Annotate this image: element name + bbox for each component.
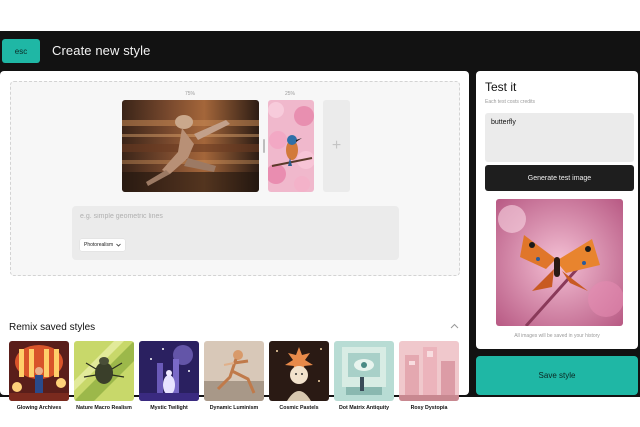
saved-style-label: Nature Macro Realism [76, 405, 132, 411]
saved-style-card[interactable]: Glowing Archives [9, 341, 69, 411]
saved-style-label: Glowing Archives [16, 405, 62, 411]
reference-image-bird[interactable] [268, 100, 314, 192]
weight-label-first: 75% [185, 91, 196, 97]
saved-style-card[interactable]: Dynamic Luminism [204, 341, 264, 411]
saved-style-label: Rosy Dystopia [410, 405, 448, 411]
plus-icon: + [331, 137, 342, 154]
prompt-area: Photorealism [72, 206, 399, 260]
test-panel: Test it Each test costs credits butterfl… [476, 71, 638, 349]
remix-section-title: Remix saved styles [9, 322, 96, 333]
saved-style-label: Mystic Twilight [150, 405, 188, 411]
test-prompt-input[interactable]: butterfly [485, 113, 634, 162]
saved-style-label: Cosmic Pastels [279, 405, 319, 411]
chevron-up-icon[interactable] [450, 323, 459, 329]
saved-style-label: Dynamic Luminism [209, 405, 259, 411]
saved-style-card[interactable]: Mystic Twilight [139, 341, 199, 411]
saved-style-card[interactable]: Dot Matrix Antiquity [334, 341, 394, 411]
weight-slider-handle[interactable] [263, 139, 265, 153]
history-note: All images will be saved in your history [514, 333, 600, 339]
saved-style-thumbnail [334, 341, 394, 401]
test-subtitle: Each test costs credits [485, 99, 536, 105]
test-title: Test it [485, 80, 517, 94]
chevron-down-icon [116, 243, 121, 247]
page-title: Create new style [52, 43, 151, 58]
save-style-button[interactable]: Save style [476, 356, 638, 395]
saved-style-label: Dot Matrix Antiquity [338, 405, 390, 411]
saved-style-card[interactable]: Cosmic Pastels [269, 341, 329, 411]
saved-style-thumbnail [399, 341, 459, 401]
generate-test-image-button[interactable]: Generate test image [485, 165, 634, 191]
saved-style-card[interactable]: Rosy Dystopia [399, 341, 459, 411]
saved-style-thumbnail [204, 341, 264, 401]
add-image-button[interactable]: + [323, 100, 350, 192]
reference-image-dancer[interactable] [122, 100, 259, 192]
style-dropdown-value: Photorealism [84, 242, 114, 248]
saved-style-thumbnail [269, 341, 329, 401]
reference-image-dropzone[interactable]: 75% 25% + e.g. simple geometric lines Ph… [10, 81, 460, 276]
style-editor-panel: 75% 25% + e.g. simple geometric lines Ph… [0, 71, 469, 411]
esc-button[interactable]: esc [2, 39, 40, 63]
saved-styles-list: Glowing Archives Nature Macro Realism My… [9, 341, 459, 411]
saved-style-thumbnail [139, 341, 199, 401]
style-dropdown[interactable]: Photorealism [80, 239, 126, 251]
weight-label-second: 25% [285, 91, 296, 97]
saved-style-card[interactable]: Nature Macro Realism [74, 341, 134, 411]
saved-style-thumbnail [9, 341, 69, 401]
test-result-image [496, 199, 623, 326]
saved-style-thumbnail [74, 341, 134, 401]
style-prompt-input[interactable] [80, 211, 380, 221]
app-window: esc Create new style 75% 25% + e.g. simp… [0, 31, 640, 411]
